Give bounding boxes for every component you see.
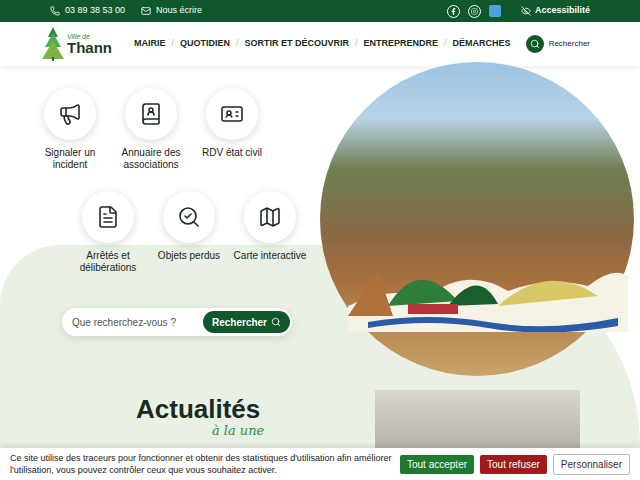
accessibility-icon bbox=[521, 6, 531, 16]
megaphone-icon bbox=[58, 102, 82, 126]
quick-links-row: Signaler un incidentAnnuaire des associa… bbox=[0, 88, 320, 171]
custom-button[interactable]: Personnaliser bbox=[553, 454, 630, 475]
quick-link-circle bbox=[125, 88, 177, 140]
cookie-buttons: Tout accepter Tout refuser Personnaliser bbox=[400, 454, 630, 475]
search-box: Que recherchez-vous ?Rechercher bbox=[62, 308, 292, 336]
search-icon bbox=[530, 39, 540, 49]
tree-logo-icon bbox=[42, 27, 64, 61]
accept-button[interactable]: Tout accepter bbox=[400, 455, 474, 474]
quick-link-circle bbox=[244, 191, 296, 243]
search-input[interactable]: Que recherchez-vous ? bbox=[72, 315, 203, 330]
quick-link[interactable]: Annuaire des associations bbox=[111, 88, 191, 171]
map-icon bbox=[258, 205, 282, 229]
book-icon bbox=[139, 102, 163, 126]
quick-link[interactable]: RDV état civil bbox=[192, 88, 272, 171]
quick-link[interactable]: Carte interactive bbox=[230, 191, 310, 274]
hero-left: Signaler un incidentAnnuaire des associa… bbox=[0, 66, 320, 392]
news-subtitle: à la une bbox=[212, 424, 264, 437]
menu-item[interactable]: QUOTIDIEN bbox=[180, 37, 230, 51]
main-menu: MAIRIE / QUOTIDIEN / SORTIR ET DÉCOUVRIR / ENT… bbox=[134, 37, 511, 51]
city-illustration-icon bbox=[348, 246, 628, 332]
phone-icon bbox=[50, 6, 60, 16]
top-bar: 03 89 38 53 00 Nous écrire Accessibilité bbox=[0, 0, 640, 22]
menu-separator: / bbox=[172, 37, 175, 51]
logo[interactable]: Ville deThann bbox=[42, 27, 112, 61]
page: 03 89 38 53 00 Nous écrire Accessibilité Vi… bbox=[0, 0, 640, 480]
quick-link-label: Carte interactive bbox=[234, 250, 307, 262]
document-icon bbox=[96, 205, 120, 229]
quick-link[interactable]: Arrêtés et délibérations bbox=[68, 191, 148, 274]
menu-separator: / bbox=[444, 37, 447, 51]
refuse-button[interactable]: Tout refuser bbox=[480, 455, 547, 474]
nav-bar: Ville deThann MAIRIE / QUOTIDIEN / SORTIR ET … bbox=[0, 22, 640, 66]
quick-link-circle bbox=[206, 88, 258, 140]
quick-link-label: Arrêtés et délibérations bbox=[68, 250, 148, 274]
quick-link-label: Objets perdus bbox=[158, 250, 220, 262]
nav-search[interactable]: Rechercher bbox=[526, 35, 590, 53]
menu-item[interactable]: SORTIR ET DÉCOUVRIR bbox=[245, 37, 350, 51]
menu-separator: / bbox=[355, 37, 358, 51]
email-link[interactable]: Nous écrire bbox=[141, 4, 202, 18]
menu-item[interactable]: ENTREPRENDRE bbox=[364, 37, 439, 51]
quick-links-row: Arrêtés et délibérations Objets perdus Car… bbox=[0, 191, 320, 274]
lost-icon bbox=[177, 205, 201, 229]
quick-link-label: RDV état civil bbox=[202, 147, 262, 159]
menu-separator: / bbox=[236, 37, 239, 51]
quick-link-circle bbox=[163, 191, 215, 243]
hero-right bbox=[320, 66, 640, 392]
quick-link[interactable]: Signaler un incident bbox=[30, 88, 110, 171]
app-icon[interactable] bbox=[489, 5, 501, 17]
news-title: Actualités bbox=[136, 394, 260, 424]
quick-link[interactable]: Objets perdus bbox=[149, 191, 229, 274]
quick-link-circle bbox=[44, 88, 96, 140]
cookie-banner: Ce site utilise des traceurs pour foncti… bbox=[0, 448, 640, 480]
accessibility-link[interactable]: Accessibilité bbox=[521, 4, 590, 18]
instagram-icon[interactable] bbox=[468, 5, 481, 18]
facebook-icon[interactable] bbox=[447, 5, 460, 18]
mail-icon bbox=[141, 6, 151, 16]
cookie-text: Ce site utilise des traceurs pour foncti… bbox=[10, 452, 392, 476]
search-icon bbox=[271, 317, 281, 327]
quick-link-label: Annuaire des associations bbox=[111, 147, 191, 171]
phone[interactable]: 03 89 38 53 00 bbox=[50, 4, 125, 18]
hero: Signaler un incidentAnnuaire des associa… bbox=[0, 66, 640, 392]
menu-item[interactable]: DÉMARCHES bbox=[453, 37, 511, 51]
search-button[interactable]: Rechercher bbox=[203, 311, 290, 333]
quick-link-label: Signaler un incident bbox=[30, 147, 110, 171]
card-icon bbox=[220, 102, 244, 126]
menu-item[interactable]: MAIRIE bbox=[134, 37, 166, 51]
quick-link-circle bbox=[82, 191, 134, 243]
